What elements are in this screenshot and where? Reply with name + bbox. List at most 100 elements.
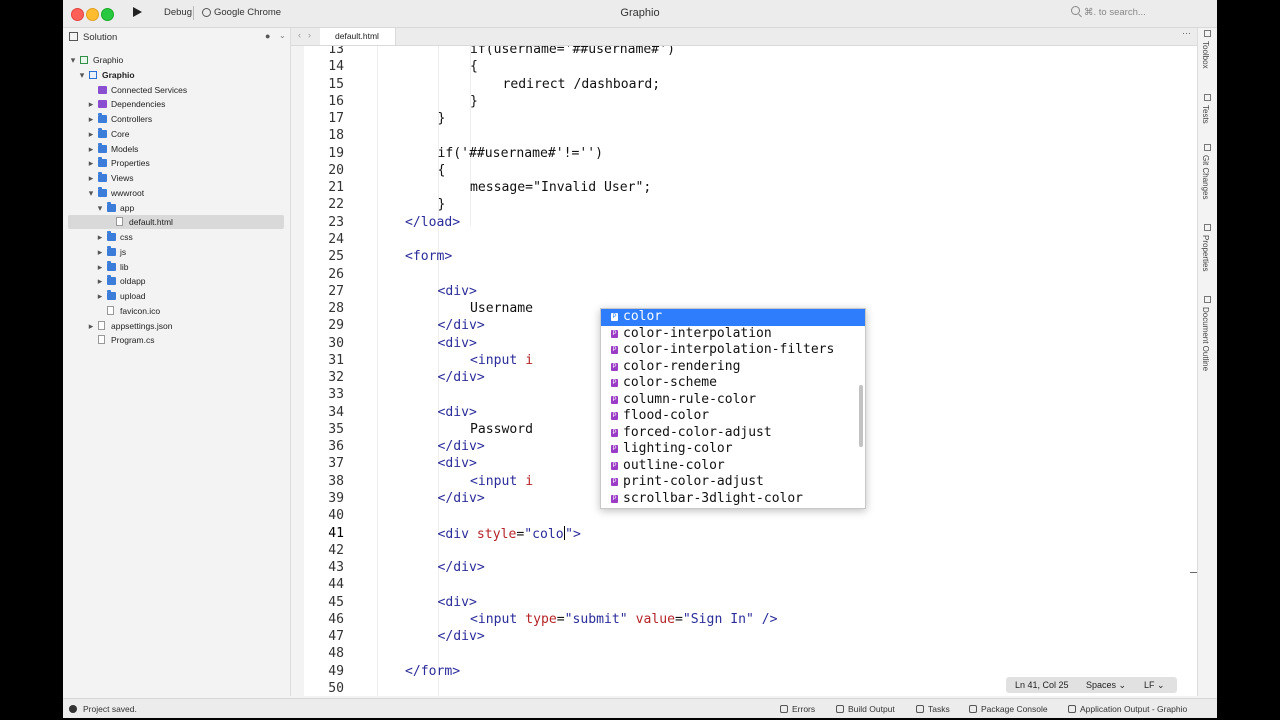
tree-item[interactable]: ▸ Controllers: [68, 112, 284, 126]
text-token: =: [675, 611, 683, 627]
tab-default-html[interactable]: default.html: [320, 28, 396, 45]
navigate-back-icon[interactable]: ‹: [298, 30, 301, 40]
folder-icon: [107, 231, 116, 241]
package-console-pad-button[interactable]: Package Console: [969, 704, 1048, 714]
pad-tab-tests[interactable]: Tests: [1201, 105, 1210, 124]
tree-item[interactable]: ▸ upload: [68, 289, 284, 303]
pad-options-chevron-icon[interactable]: ⌄: [279, 31, 286, 40]
application-output-pad-button[interactable]: Application Output - Graphio: [1068, 704, 1187, 714]
autocomplete-item[interactable]: Poutline-color: [601, 458, 865, 475]
tree-item[interactable]: ▾ app: [68, 201, 284, 215]
chevron-right-icon[interactable]: ▸: [95, 274, 105, 288]
autocomplete-item[interactable]: Pcolor: [601, 309, 865, 326]
tree-item[interactable]: ▾ wwwroot: [68, 186, 284, 200]
line-number: 49: [328, 663, 344, 679]
line-number: 39: [328, 491, 344, 507]
html-tag-token: </div>: [437, 560, 485, 576]
string-token: ": [565, 526, 574, 542]
tree-item[interactable]: ▸ css: [68, 230, 284, 244]
autocomplete-item[interactable]: Pcolor-scheme: [601, 375, 865, 392]
chevron-right-icon[interactable]: ▸: [86, 142, 96, 156]
tree-item[interactable]: Connected Services: [68, 83, 284, 97]
tree-item[interactable]: ▾ Graphio: [68, 53, 284, 67]
line-ending-label: LF: [1144, 680, 1155, 690]
search-field[interactable]: ⌘. to search...: [1071, 6, 1146, 18]
tree-item[interactable]: ▸ lib: [68, 260, 284, 274]
chevron-down-icon[interactable]: ▾: [68, 53, 78, 67]
tree-item-label: favicon.ico: [120, 305, 161, 316]
tree-item[interactable]: ▸ Models: [68, 142, 284, 156]
autocomplete-scrollbar[interactable]: [859, 385, 863, 447]
pin-icon[interactable]: ●: [265, 31, 270, 41]
pad-tab-document-outline[interactable]: Document Outline: [1201, 307, 1210, 371]
tree-item[interactable]: ▸ Views: [68, 171, 284, 185]
code-line: </div>: [438, 629, 485, 644]
chevron-down-icon[interactable]: ▾: [95, 201, 105, 215]
tree-item[interactable]: default.html: [68, 215, 284, 230]
line-column-indicator[interactable]: Ln 41, Col 25: [1015, 680, 1069, 690]
tree-item[interactable]: ▸ Dependencies: [68, 97, 284, 111]
chevron-right-icon[interactable]: ▸: [86, 112, 96, 126]
html-tag-token: </div>: [437, 318, 485, 334]
chevron-right-icon[interactable]: ▸: [86, 127, 96, 141]
pad-tab-properties[interactable]: Properties: [1201, 235, 1210, 271]
code-line: </div>: [438, 318, 485, 333]
tree-item-label: default.html: [129, 217, 173, 228]
chevron-right-icon[interactable]: ▸: [95, 289, 105, 303]
errors-pad-button[interactable]: Errors: [780, 704, 815, 714]
tree-item[interactable]: ▾ Graphio: [68, 68, 284, 82]
tree-item[interactable]: favicon.ico: [68, 304, 284, 318]
application-output-label: Application Output - Graphio: [1080, 704, 1188, 714]
autocomplete-item[interactable]: Pforced-color-adjust: [601, 425, 865, 442]
autocomplete-item-label: forced-color-adjust: [623, 424, 772, 440]
property-icon: P: [611, 494, 618, 503]
chevron-right-icon[interactable]: ▸: [95, 245, 105, 259]
code-line: {: [470, 59, 478, 74]
autocomplete-item[interactable]: Pscrollbar-3dlight-color: [601, 491, 865, 508]
pad-tab-toolbox[interactable]: Toolbox: [1201, 41, 1210, 69]
editor-tab-bar: ‹ › default.html ⋯: [291, 28, 1197, 46]
autocomplete-item[interactable]: Pcolor-interpolation-filters: [601, 342, 865, 359]
chevron-right-icon[interactable]: ▸: [86, 97, 96, 111]
chevron-right-icon[interactable]: ▸: [86, 171, 96, 185]
autocomplete-item[interactable]: Pcolor-interpolation: [601, 326, 865, 343]
line-number: 41: [328, 525, 344, 541]
line-ending-selector[interactable]: LF ⌄: [1144, 680, 1165, 691]
code-line: <div>: [438, 336, 477, 351]
tree-item[interactable]: ▸ Core: [68, 127, 284, 141]
build-output-pad-button[interactable]: Build Output: [836, 704, 895, 714]
dependencies-icon: [98, 100, 107, 109]
line-number: 23: [328, 214, 344, 230]
autocomplete-item[interactable]: Pprint-color-adjust: [601, 474, 865, 491]
tree-item[interactable]: ▸ js: [68, 245, 284, 259]
folder-icon: [98, 113, 107, 123]
autocomplete-item[interactable]: Pcolumn-rule-color: [601, 392, 865, 409]
tree-item[interactable]: ▸ Properties: [68, 156, 284, 170]
chevron-down-icon[interactable]: ▾: [77, 68, 87, 82]
tree-item[interactable]: ▸ appsettings.json: [68, 319, 284, 333]
chevron-right-icon[interactable]: ▸: [86, 319, 96, 333]
html-tag-token: </div>: [437, 629, 485, 645]
pad-tab-git-changes[interactable]: Git Changes: [1201, 155, 1210, 199]
text-token: Password: [470, 421, 534, 437]
navigate-forward-icon[interactable]: ›: [308, 30, 311, 40]
folder-icon: [107, 260, 116, 271]
autocomplete-item[interactable]: Pcolor-rendering: [601, 359, 865, 376]
code-line: <form>: [405, 249, 452, 264]
tree-item[interactable]: ▸ oldapp: [68, 274, 284, 288]
tests-icon: [1204, 94, 1211, 101]
code-line: </div>: [438, 439, 485, 454]
folder-icon: [107, 290, 116, 300]
chevron-down-icon[interactable]: ▾: [86, 186, 96, 200]
code-line: }: [438, 197, 446, 212]
chevron-right-icon[interactable]: ▸: [95, 260, 105, 274]
autocomplete-item[interactable]: Plighting-color: [601, 441, 865, 458]
tasks-pad-button[interactable]: Tasks: [916, 704, 950, 714]
more-tabs-icon[interactable]: ⋯: [1182, 28, 1191, 39]
cursor-position-bar: Ln 41, Col 25 Spaces ⌄ LF ⌄: [1006, 677, 1177, 693]
autocomplete-item[interactable]: Pflood-color: [601, 408, 865, 425]
chevron-right-icon[interactable]: ▸: [95, 230, 105, 244]
tree-item[interactable]: Program.cs: [68, 333, 284, 347]
indentation-selector[interactable]: Spaces ⌄: [1086, 680, 1126, 691]
chevron-right-icon[interactable]: ▸: [86, 156, 96, 170]
